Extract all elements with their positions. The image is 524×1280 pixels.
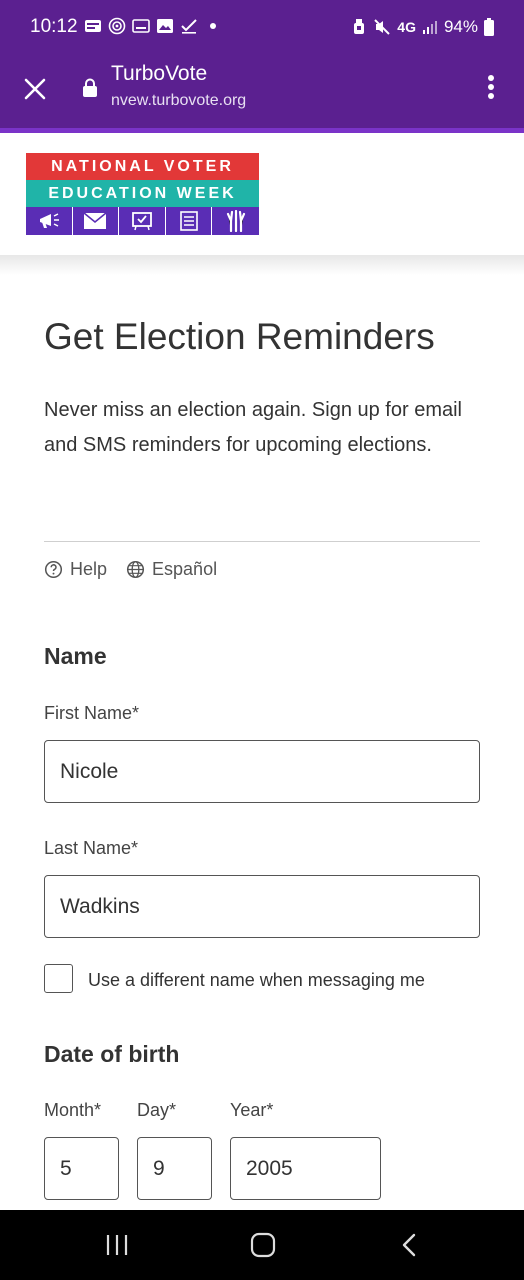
language-label: Español xyxy=(152,559,218,579)
battery-icon xyxy=(484,18,494,36)
month-value: 5 xyxy=(60,1156,72,1180)
day-value: 9 xyxy=(153,1156,165,1180)
logo-line-2: EDUCATION WEEK xyxy=(26,180,259,207)
year-field[interactable]: 2005 xyxy=(230,1137,381,1200)
different-name-label[interactable]: Use a different name when messaging me xyxy=(88,970,425,991)
alarm-icon xyxy=(354,19,365,34)
different-name-checkbox[interactable] xyxy=(44,964,73,993)
last-name-field[interactable]: Wadkins xyxy=(44,875,480,938)
screen-icon xyxy=(132,19,150,33)
browser-toolbar xyxy=(0,56,524,128)
lock-icon xyxy=(83,78,97,97)
raised-hands-icon xyxy=(212,207,259,235)
first-name-value: Nicole xyxy=(60,759,119,783)
last-name-value: Wadkins xyxy=(60,894,140,918)
recent-apps-icon[interactable] xyxy=(105,1232,129,1258)
envelope-icon xyxy=(73,207,120,235)
first-name-label: First Name* xyxy=(44,703,140,723)
day-label: Day* xyxy=(137,1100,177,1120)
app-badge-icon xyxy=(85,20,101,32)
status-system-icons: 4G 94% xyxy=(351,17,494,37)
logo-icon-row xyxy=(26,207,259,235)
browser-url[interactable]: nvew.turbovote.org xyxy=(111,92,246,110)
year-label: Year* xyxy=(230,1100,274,1120)
month-field[interactable]: 5 xyxy=(44,1137,119,1200)
dot-icon xyxy=(210,23,216,29)
globe-icon xyxy=(126,560,145,579)
intro-text: Never miss an election again. Sign up fo… xyxy=(44,399,462,456)
divider xyxy=(44,541,480,542)
help-link[interactable]: Help xyxy=(44,559,107,580)
logo-line-1: NATIONAL VOTER xyxy=(26,153,259,180)
checklist-icon xyxy=(166,207,213,235)
month-label: Month* xyxy=(44,1100,102,1120)
header-shadow xyxy=(0,255,524,275)
megaphone-icon xyxy=(26,207,73,235)
status-time: 10:12 xyxy=(30,16,78,37)
help-icon xyxy=(44,560,63,579)
year-value: 2005 xyxy=(246,1156,293,1180)
name-heading: Name xyxy=(44,643,107,669)
battery-percent: 94% xyxy=(443,17,478,36)
close-icon[interactable] xyxy=(22,76,48,102)
day-field[interactable]: 9 xyxy=(137,1137,212,1200)
first-name-field[interactable]: Nicole xyxy=(44,740,480,803)
dob-heading: Date of birth xyxy=(44,1041,180,1067)
signal-icon xyxy=(422,21,437,34)
image-icon xyxy=(157,19,173,33)
network-type: 4G xyxy=(397,19,416,35)
more-options-icon[interactable] xyxy=(486,72,496,102)
mute-icon xyxy=(374,19,390,35)
last-name-label: Last Name* xyxy=(44,838,139,858)
help-label: Help xyxy=(70,559,108,579)
browser-page-title: TurboVote xyxy=(111,62,208,85)
check-icon xyxy=(181,19,197,34)
home-icon[interactable] xyxy=(250,1232,276,1258)
nvew-logo[interactable]: NATIONAL VOTER EDUCATION WEEK xyxy=(26,153,259,235)
back-icon[interactable] xyxy=(399,1232,419,1258)
help-language-row: Help Español xyxy=(44,559,236,580)
ballot-box-icon xyxy=(119,207,166,235)
page-title: Get Election Reminders xyxy=(44,316,435,357)
status-bar: 10:12 4G 94% xyxy=(0,0,524,56)
status-notification-icons xyxy=(84,17,222,35)
language-link[interactable]: Español xyxy=(126,559,217,580)
radio-icon xyxy=(108,17,126,35)
